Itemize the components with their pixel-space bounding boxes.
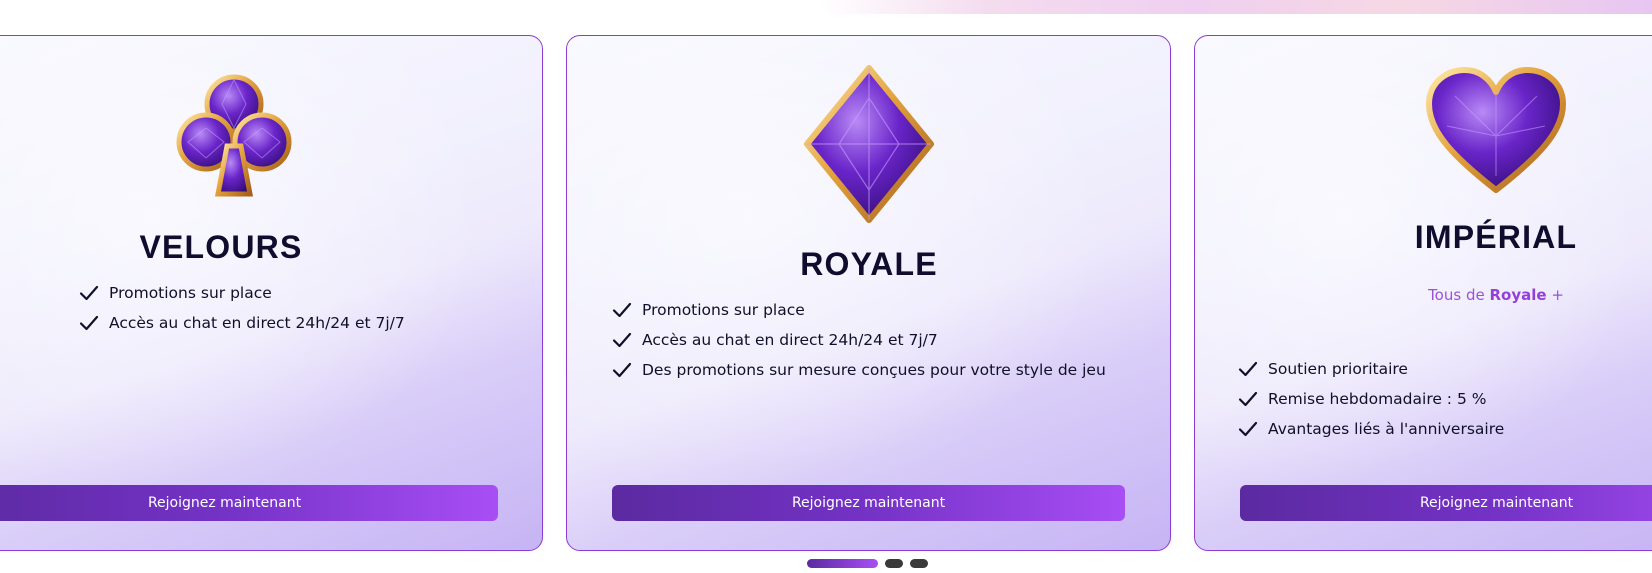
feature-list: Promotions sur place Accès au chat en di…	[612, 295, 1106, 385]
check-icon	[1238, 421, 1258, 437]
feature-item: Accès au chat en direct 24h/24 et 7j/7	[79, 308, 405, 338]
pagination-dot-active[interactable]	[807, 559, 878, 568]
tier-title: IMPÉRIAL	[1414, 219, 1578, 255]
join-now-button[interactable]: Rejoignez maintenant	[612, 485, 1125, 521]
diamond-gem-icon	[804, 65, 934, 223]
feature-item: Accès au chat en direct 24h/24 et 7j/7	[612, 325, 1106, 355]
feature-item: Soutien prioritaire	[1238, 354, 1504, 384]
tier-card-velours: VELOURS Promotions sur place Accès au ch…	[0, 35, 543, 551]
feature-item: Promotions sur place	[612, 295, 1106, 325]
check-icon	[612, 332, 632, 348]
check-icon	[79, 315, 99, 331]
tier-card-imperial: IMPÉRIAL Tous de Royale + Soutien priori…	[1194, 35, 1652, 551]
tier-title: ROYALE	[800, 246, 938, 282]
tier-title: VELOURS	[139, 229, 303, 265]
pagination-dot[interactable]	[885, 559, 903, 568]
join-now-button[interactable]: Rejoignez maintenant	[1240, 485, 1652, 521]
feature-item: Remise hebdomadaire : 5 %	[1238, 384, 1504, 414]
feature-item: Promotions sur place	[79, 278, 405, 308]
heart-gem-icon	[1426, 67, 1566, 193]
check-icon	[612, 302, 632, 318]
tier-subtitle: Tous de Royale +	[1428, 286, 1564, 304]
check-icon	[1238, 391, 1258, 407]
feature-list: Soutien prioritaire Remise hebdomadaire …	[1238, 354, 1504, 444]
join-now-button[interactable]: Rejoignez maintenant	[0, 485, 498, 521]
check-icon	[79, 285, 99, 301]
club-gem-icon	[176, 74, 292, 197]
check-icon	[612, 362, 632, 378]
check-icon	[1238, 361, 1258, 377]
feature-item: Des promotions sur mesure conçues pour v…	[612, 355, 1106, 385]
pagination-dot[interactable]	[910, 559, 928, 568]
feature-item: Avantages liés à l'anniversaire	[1238, 414, 1504, 444]
tier-card-royale: ROYALE Promotions sur place Accès au cha…	[566, 35, 1171, 551]
carousel-pagination	[807, 559, 928, 568]
top-banner-image	[820, 0, 1652, 14]
feature-list: Promotions sur place Accès au chat en di…	[79, 278, 405, 338]
